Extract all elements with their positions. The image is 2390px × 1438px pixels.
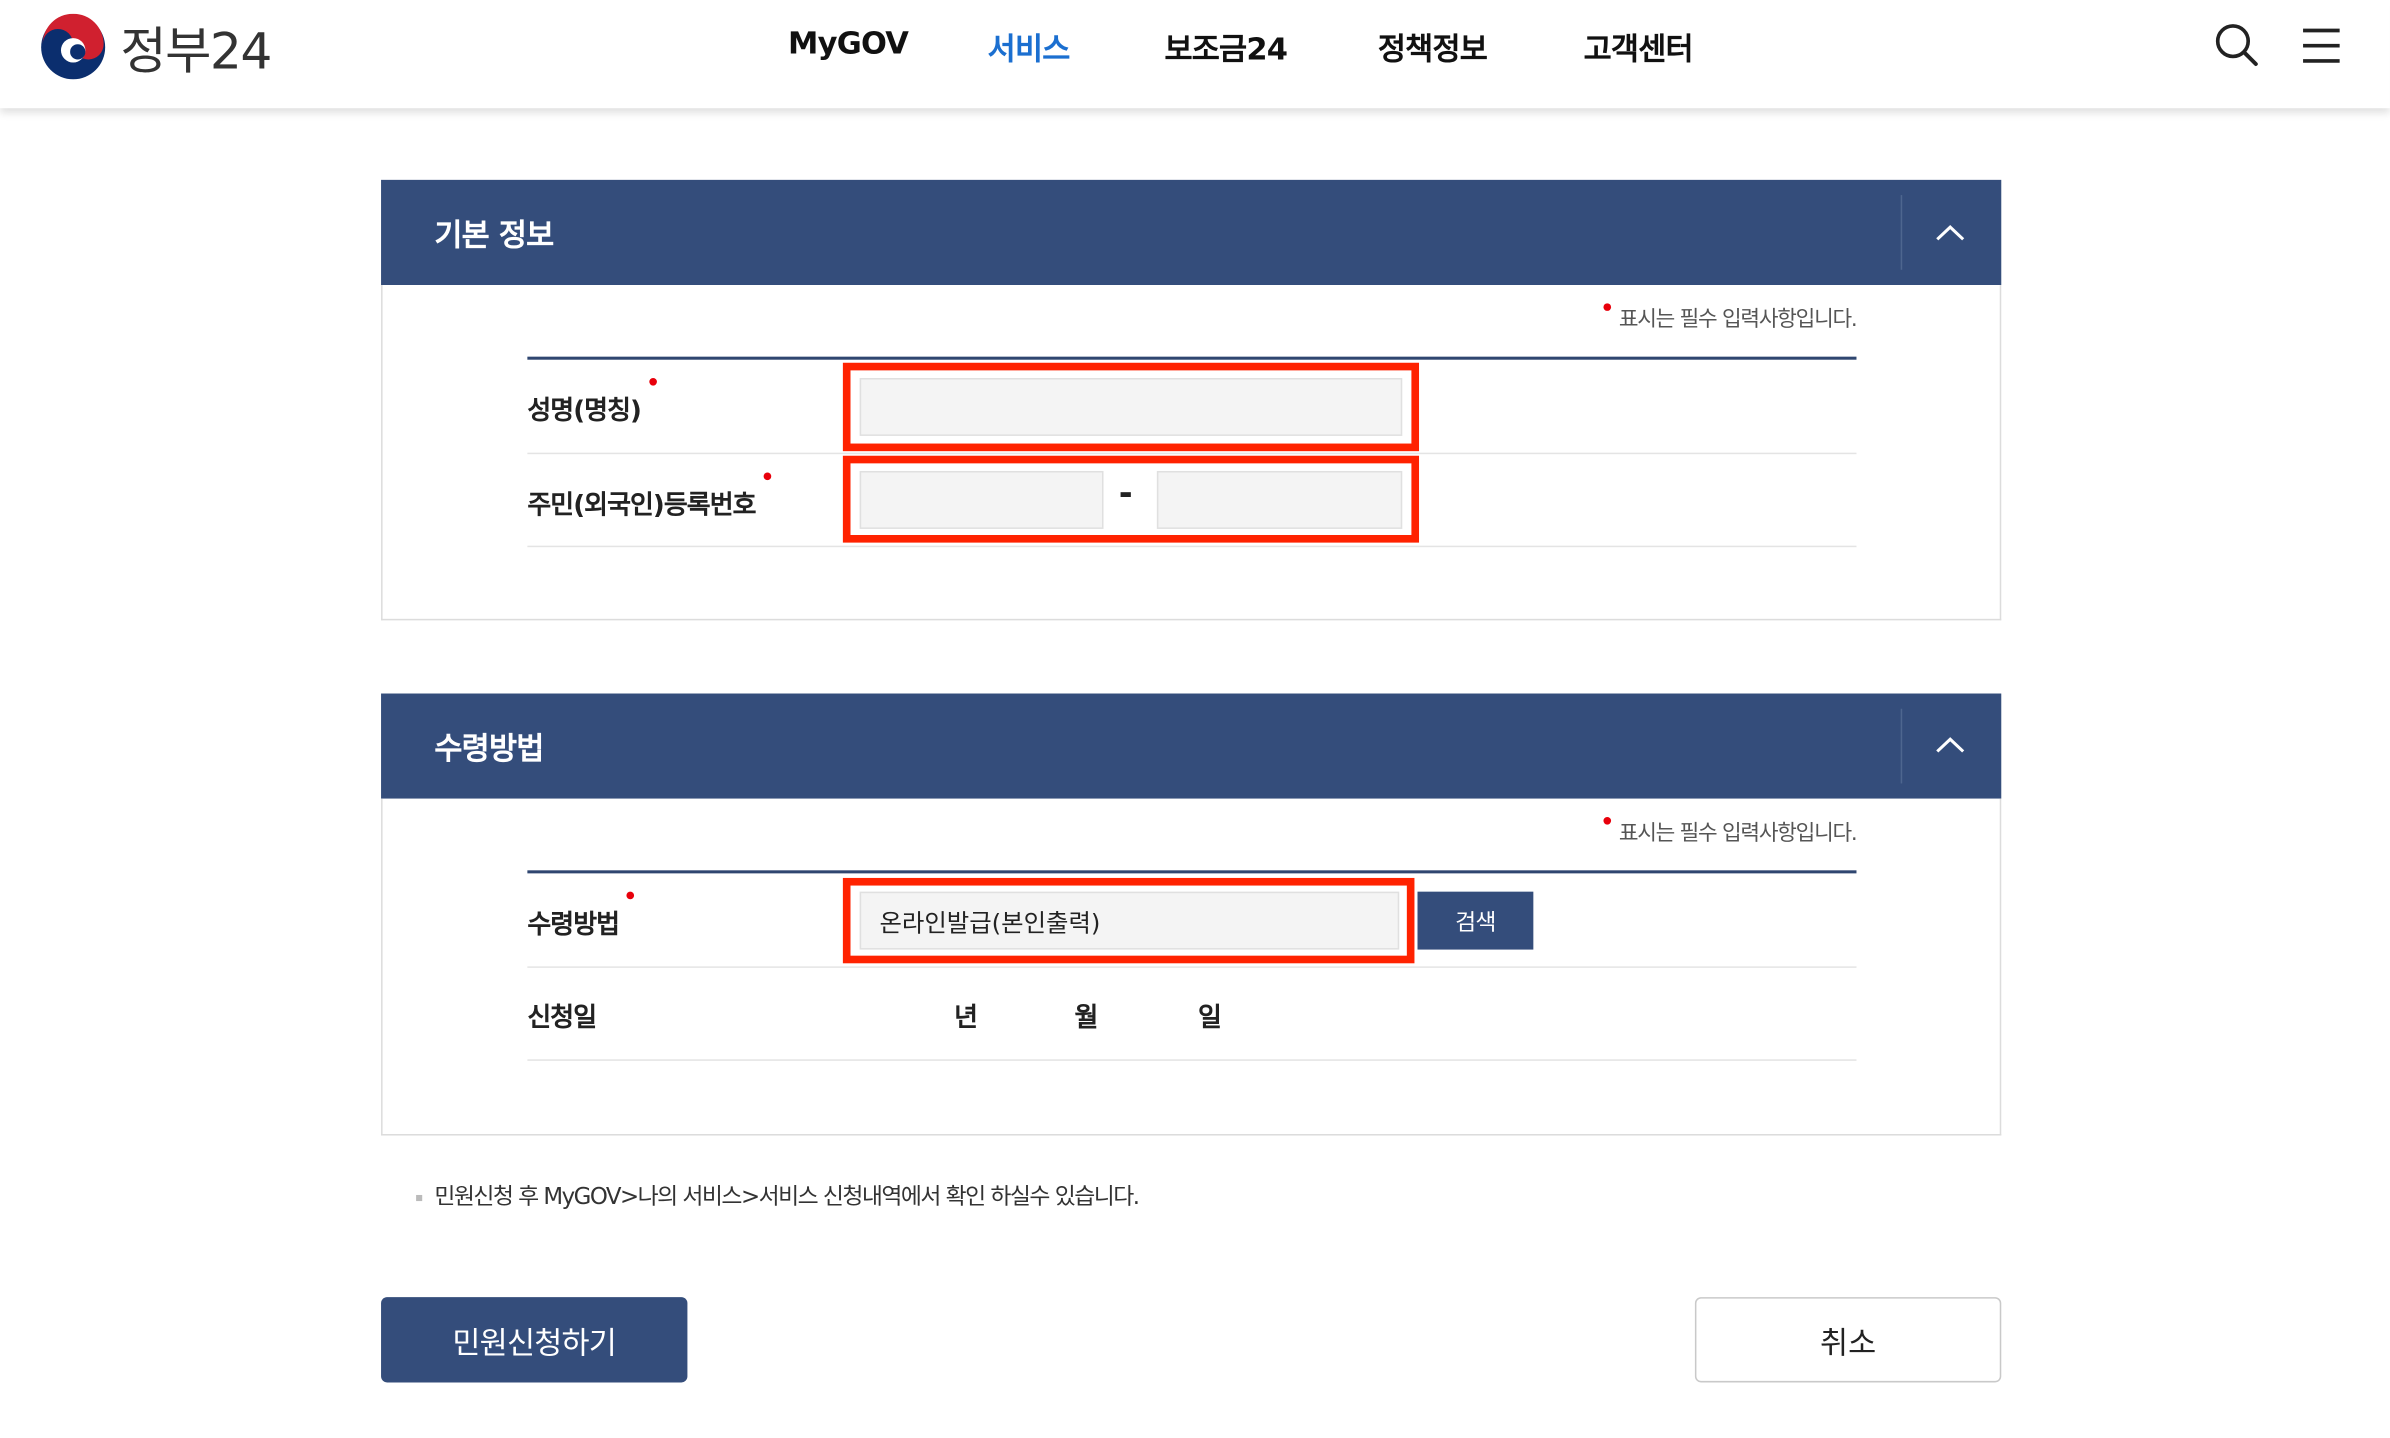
required-note-text: 표시는 필수 입력사항입니다. — [1618, 821, 1858, 846]
nav-mygov[interactable]: MyGOV — [788, 24, 909, 61]
required-dot — [763, 472, 771, 481]
receipt-collapse-button[interactable] — [1902, 694, 2001, 799]
page: 정부24 MyGOV 서비스 보조금24 정책정보 고객센터 기본 정보 표시는… — [0, 0, 2390, 1437]
required-note: 표시는 필수 입력사항입니다. — [1603, 303, 1858, 333]
row-divider — [527, 452, 1857, 455]
row-divider — [527, 545, 1857, 548]
year-unit: 년 — [954, 1002, 978, 1034]
nav-service[interactable]: 서비스 — [988, 24, 1071, 68]
basic-info-body: 표시는 필수 입력사항입니다. 성명(명칭) 주민(외국인)등록번호 - — [381, 285, 2002, 621]
required-dot — [1603, 816, 1612, 825]
header: 정부24 MyGOV 서비스 보조금24 정책정보 고객센터 — [0, 0, 2390, 109]
name-label-text: 성명(명칭) — [527, 396, 641, 427]
rrn-separator: - — [1118, 475, 1133, 514]
chevron-up-icon — [1936, 737, 1965, 753]
basic-info-collapse-button[interactable] — [1902, 180, 2001, 285]
required-dot — [626, 891, 635, 900]
notice: 민원신청 후 MyGOV>나의 서비스>서비스 신청내역에서 확인 하실수 있습… — [416, 1180, 1140, 1212]
nav-policy-info[interactable]: 정책정보 — [1378, 24, 1488, 68]
required-note: 표시는 필수 입력사항입니다. — [1603, 816, 1858, 847]
name-label: 성명(명칭) — [527, 378, 657, 427]
main-nav: MyGOV 서비스 보조금24 정책정보 고객센터 — [0, 0, 2390, 95]
submit-application-button[interactable]: 민원신청하기 — [381, 1297, 688, 1383]
table-top-border — [527, 356, 1857, 360]
receipt-body: 표시는 필수 입력사항입니다. 수령방법 검색 신청일 년 월 일 — [381, 798, 2002, 1136]
nav-customer-center[interactable]: 고객센터 — [1584, 24, 1694, 68]
row-divider — [527, 966, 1857, 968]
cancel-button[interactable]: 취소 — [1694, 1297, 2002, 1383]
receipt-method-label-text: 수령방법 — [527, 909, 620, 941]
required-note-text: 표시는 필수 입력사항입니다. — [1618, 307, 1858, 333]
table-top-border — [527, 870, 1857, 874]
apply-date-label: 신청일 — [527, 1002, 597, 1034]
hamburger-menu-icon[interactable] — [2297, 20, 2346, 69]
bullet-icon — [416, 1194, 423, 1201]
basic-info-header: 기본 정보 — [381, 179, 2002, 286]
required-dot — [1603, 303, 1612, 311]
search-icon[interactable] — [2212, 20, 2261, 69]
rrn-label: 주민(외국인)등록번호 — [527, 472, 771, 522]
required-dot — [648, 378, 657, 386]
notice-text: 민원신청 후 MyGOV>나의 서비스>서비스 신청내역에서 확인 하실수 있습… — [434, 1182, 1140, 1211]
receipt-method-input[interactable] — [859, 891, 1400, 950]
receipt-method-label: 수령방법 — [527, 891, 635, 941]
receipt-header: 수령방법 — [381, 693, 2002, 799]
name-input[interactable] — [859, 378, 1403, 436]
search-button[interactable]: 검색 — [1417, 891, 1534, 950]
chevron-up-icon — [1936, 225, 1965, 241]
day-unit: 일 — [1198, 1002, 1222, 1034]
month-unit: 월 — [1074, 1002, 1099, 1034]
rrn-label-text: 주민(외국인)등록번호 — [527, 490, 756, 522]
row-divider — [527, 1059, 1857, 1061]
rrn-front-input[interactable] — [859, 470, 1104, 529]
receipt-title: 수령방법 — [434, 730, 544, 767]
basic-info-title: 기본 정보 — [434, 216, 554, 254]
nav-subsidy24[interactable]: 보조금24 — [1164, 24, 1288, 68]
rrn-back-input[interactable] — [1156, 470, 1403, 529]
